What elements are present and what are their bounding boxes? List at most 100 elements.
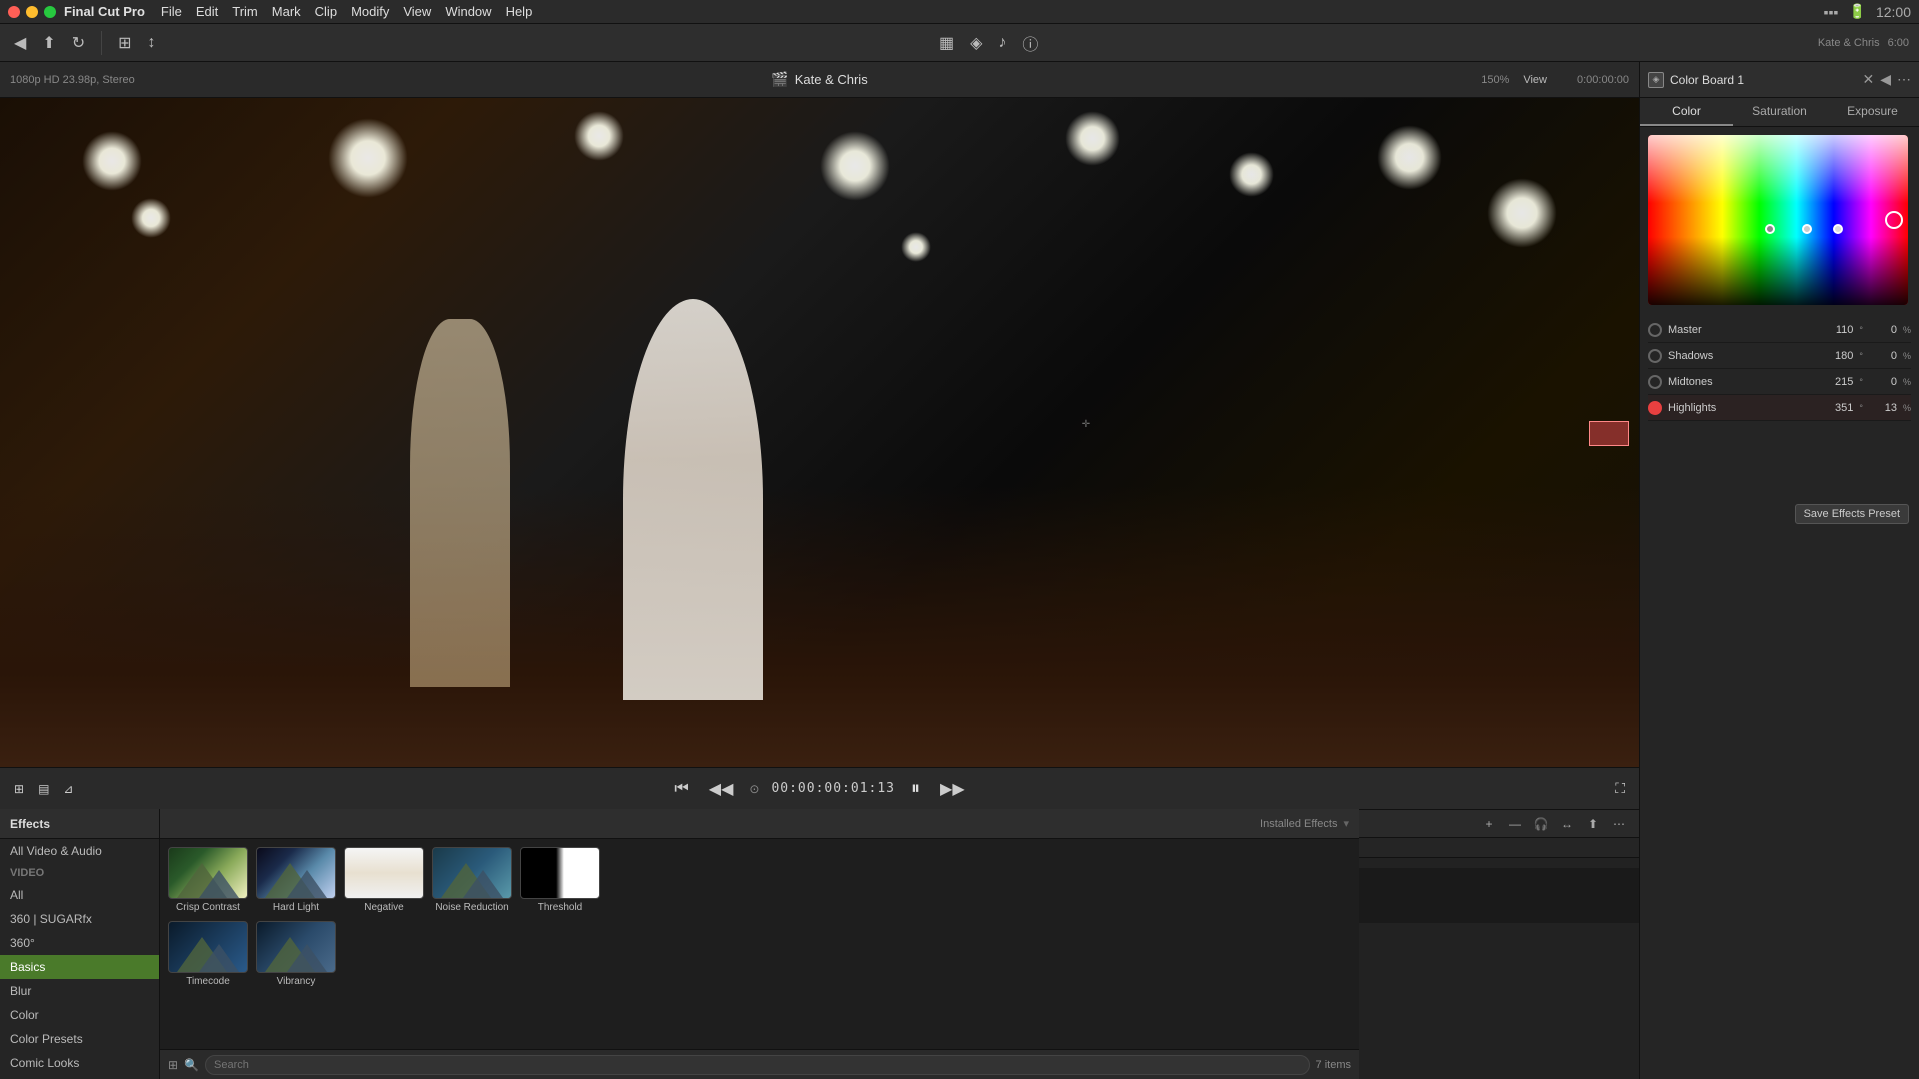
effect-noise-reduction[interactable]: Noise Reduction bbox=[432, 847, 512, 913]
panel-collapse-button[interactable]: ◀ bbox=[1880, 71, 1891, 88]
effects-cat-color[interactable]: Color bbox=[0, 1003, 159, 1027]
effect-threshold[interactable]: Threshold bbox=[520, 847, 600, 913]
menu-file[interactable]: File bbox=[161, 4, 182, 19]
fullscreen-preview-button[interactable]: ⛶ bbox=[1611, 776, 1629, 801]
preview-info-right: 150% View 0:00:00:00 bbox=[1481, 72, 1629, 88]
skim-button[interactable]: ⊿ bbox=[59, 778, 77, 800]
shadows-angle[interactable]: 180 bbox=[1817, 350, 1853, 362]
snap-button[interactable]: ⊞ bbox=[114, 31, 135, 55]
color-wheel[interactable] bbox=[1648, 135, 1908, 305]
clip-view-button[interactable]: ▤ bbox=[34, 778, 53, 800]
effect-timecode-thumb bbox=[168, 921, 248, 973]
view-dropdown-button[interactable]: View bbox=[1519, 72, 1551, 88]
master-value[interactable]: 0 bbox=[1869, 324, 1897, 336]
effects-browser: Effects All Video & Audio VIDEO All 360 … bbox=[0, 809, 1359, 1079]
effect-vibrancy-label: Vibrancy bbox=[277, 976, 316, 987]
highlights-angle[interactable]: 351 bbox=[1817, 402, 1853, 414]
tool-button[interactable]: ↕ bbox=[144, 32, 160, 54]
menu-mark[interactable]: Mark bbox=[272, 4, 301, 19]
close-button[interactable] bbox=[8, 6, 20, 18]
effects-cat-all[interactable]: All bbox=[0, 883, 159, 907]
master-label: Master bbox=[1668, 324, 1811, 336]
shadows-value[interactable]: 0 bbox=[1869, 350, 1897, 362]
minimize-button[interactable] bbox=[26, 6, 38, 18]
items-count: 7 items bbox=[1316, 1059, 1351, 1071]
color-dot-master[interactable] bbox=[1765, 224, 1775, 234]
effect-timecode[interactable]: Timecode bbox=[168, 921, 248, 987]
panel-close-button[interactable]: ✕ bbox=[1862, 71, 1874, 88]
play-pause-button[interactable]: ⏸ bbox=[907, 774, 924, 803]
project-name-right: Kate & Chris bbox=[1818, 37, 1880, 49]
highlights-value[interactable]: 13 bbox=[1869, 402, 1897, 414]
color-board-icon: ◈ bbox=[1648, 72, 1664, 88]
color-row-shadows: Shadows 180 ° 0 % bbox=[1648, 343, 1911, 369]
effects-cat-color-presets[interactable]: Color Presets bbox=[0, 1027, 159, 1051]
refresh-button[interactable]: ↻ bbox=[68, 31, 89, 55]
color-dot-shadows[interactable] bbox=[1802, 224, 1812, 234]
shadows-label: Shadows bbox=[1668, 350, 1811, 362]
save-effects-preset-button[interactable]: Save Effects Preset bbox=[1795, 504, 1909, 524]
zoom-in-button[interactable]: + bbox=[1479, 814, 1499, 834]
effects-search-input[interactable] bbox=[205, 1055, 1310, 1075]
effect-vibrancy[interactable]: Vibrancy bbox=[256, 921, 336, 987]
master-angle[interactable]: 110 bbox=[1817, 324, 1853, 336]
rewind-button[interactable]: ◀◀ bbox=[705, 775, 738, 803]
effects-cat-360[interactable]: 360° bbox=[0, 931, 159, 955]
master-unit: ° bbox=[1859, 325, 1863, 335]
sync-button[interactable]: ↔ bbox=[1557, 814, 1577, 834]
sparkle-9 bbox=[1487, 178, 1557, 248]
menu-clip[interactable]: Clip bbox=[315, 4, 337, 19]
effects-cat-blur[interactable]: Blur bbox=[0, 979, 159, 1003]
color-board-panel: ◈ Color Board 1 ✕ ◀ ⋯ Color Saturation E… bbox=[1639, 62, 1919, 1079]
effects-title: Effects bbox=[10, 817, 50, 831]
effects-grid: Installed Effects ▾ Crisp Contrast bbox=[160, 809, 1359, 1079]
menu-view[interactable]: View bbox=[403, 4, 431, 19]
menu-window[interactable]: Window bbox=[445, 4, 491, 19]
effects-cat-basics[interactable]: Basics bbox=[0, 955, 159, 979]
effects-cat-distortion[interactable]: Distortion bbox=[0, 1075, 159, 1079]
menu-edit[interactable]: Edit bbox=[196, 4, 218, 19]
grid-view-button[interactable]: ⊞ bbox=[168, 1058, 178, 1072]
midtones-angle[interactable]: 215 bbox=[1817, 376, 1853, 388]
headphones-button[interactable]: 🎧 bbox=[1531, 814, 1551, 834]
menu-trim[interactable]: Trim bbox=[232, 4, 258, 19]
effect-hard-light[interactable]: Hard Light bbox=[256, 847, 336, 913]
tab-exposure[interactable]: Exposure bbox=[1826, 98, 1919, 126]
more-button[interactable]: ⋯ bbox=[1609, 814, 1629, 834]
effect-crisp-contrast[interactable]: Crisp Contrast bbox=[168, 847, 248, 913]
layout-button[interactable]: ▦ bbox=[935, 31, 958, 55]
midtones-value[interactable]: 0 bbox=[1869, 376, 1897, 388]
midtones-dot bbox=[1648, 375, 1662, 389]
export-button[interactable]: ⬆ bbox=[1583, 814, 1603, 834]
arrow-up-button[interactable]: ⬆ bbox=[38, 31, 59, 55]
go-to-start-button[interactable]: ⏮ bbox=[670, 776, 692, 802]
playback-right-buttons: ⛶ bbox=[1611, 776, 1629, 801]
effects-cat-360sugarfx[interactable]: 360 | SUGARfx bbox=[0, 907, 159, 931]
back-button[interactable]: ◀ bbox=[10, 31, 30, 55]
color-row-master: Master 110 ° 0 % bbox=[1648, 317, 1911, 343]
color-dot-midtones[interactable] bbox=[1833, 224, 1843, 234]
tab-saturation[interactable]: Saturation bbox=[1733, 98, 1826, 126]
mountain-decoration-5 bbox=[257, 937, 335, 972]
tab-color[interactable]: Color bbox=[1640, 98, 1733, 126]
midtones-unit: ° bbox=[1859, 377, 1863, 387]
menu-modify[interactable]: Modify bbox=[351, 4, 389, 19]
fast-forward-button[interactable]: ▶▶ bbox=[936, 775, 969, 803]
audio-button[interactable]: ♪ bbox=[994, 32, 1010, 54]
info-button[interactable]: ⓘ bbox=[1018, 29, 1042, 57]
panel-more-button[interactable]: ⋯ bbox=[1897, 71, 1911, 88]
effects-search-bar: ⊞ 🔍 7 items bbox=[160, 1049, 1359, 1079]
menu-help[interactable]: Help bbox=[506, 4, 533, 19]
app-name: Final Cut Pro bbox=[64, 4, 145, 19]
effect-negative[interactable]: Negative bbox=[344, 847, 424, 913]
zoom-out-button[interactable]: — bbox=[1505, 814, 1525, 834]
view-layout-button[interactable]: ⊞ bbox=[10, 778, 28, 800]
effects-cat-comic-looks[interactable]: Comic Looks bbox=[0, 1051, 159, 1075]
effects-cat-all-video[interactable]: All Video & Audio bbox=[0, 839, 159, 863]
color-dot-highlights[interactable] bbox=[1885, 211, 1903, 229]
zoom-level[interactable]: 150% bbox=[1481, 74, 1509, 86]
shadows-dot bbox=[1648, 349, 1662, 363]
color-button[interactable]: ◈ bbox=[966, 31, 986, 55]
fullscreen-button[interactable] bbox=[44, 6, 56, 18]
cursor-indicator: ✛ bbox=[1082, 419, 1096, 433]
